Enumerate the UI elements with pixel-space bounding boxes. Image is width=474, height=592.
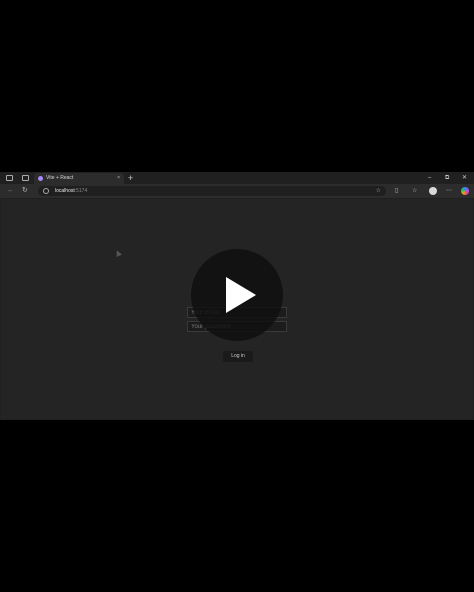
tab-title: Vite + React xyxy=(46,175,74,181)
back-button[interactable]: ← xyxy=(7,186,14,196)
favorite-star-icon[interactable]: ☆ xyxy=(376,186,381,196)
profile-avatar[interactable] xyxy=(429,187,437,195)
address-bar[interactable]: localhost:5174 ☆ xyxy=(38,186,386,196)
play-button[interactable] xyxy=(191,249,283,341)
close-window-button[interactable]: ✕ xyxy=(462,173,467,183)
vite-favicon xyxy=(38,176,43,181)
more-menu-icon[interactable]: ⋯ xyxy=(446,186,452,196)
info-icon[interactable] xyxy=(43,188,49,194)
maximize-button[interactable]: ⧉ xyxy=(445,173,449,183)
new-tab-button[interactable]: + xyxy=(128,173,133,183)
browser-toolbar: ← ↻ localhost:5174 ☆ ▯ ☆ ⋯ xyxy=(0,184,474,198)
url-text: localhost:5174 xyxy=(55,186,87,196)
tab-close-icon[interactable]: × xyxy=(117,174,120,183)
url-host: localhost xyxy=(55,188,75,194)
sidebar-icon[interactable] xyxy=(6,175,13,181)
tab-vite-react[interactable]: Vite + React × xyxy=(34,173,124,184)
minimize-button[interactable]: – xyxy=(428,173,431,183)
mouse-cursor-icon xyxy=(114,249,122,257)
copilot-icon[interactable] xyxy=(461,187,469,195)
tab-strip: Vite + React × + – ⧉ ✕ xyxy=(0,172,474,184)
url-port: :5174 xyxy=(74,188,88,194)
split-screen-icon[interactable]: ▯ xyxy=(395,186,398,196)
play-icon xyxy=(226,277,256,313)
collections-icon[interactable]: ☆ xyxy=(412,186,417,196)
reload-button[interactable]: ↻ xyxy=(22,186,28,196)
tab-actions-icon[interactable] xyxy=(22,175,29,181)
login-button[interactable]: Log in xyxy=(223,351,253,362)
